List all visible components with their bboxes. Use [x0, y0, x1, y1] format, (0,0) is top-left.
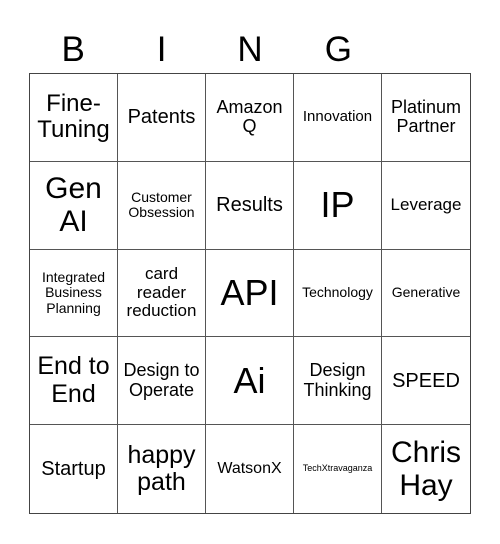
- header-letter-n: N: [237, 30, 263, 69]
- bingo-cell[interactable]: Integrated Business Planning: [30, 249, 118, 338]
- bingo-cell[interactable]: Chris Hay: [382, 425, 470, 513]
- bingo-cell[interactable]: Innovation: [294, 74, 382, 162]
- bingo-cell[interactable]: End to End: [30, 337, 118, 426]
- bingo-cell[interactable]: TechXtravaganza: [294, 425, 382, 513]
- bingo-cell[interactable]: card reader reduction: [118, 249, 206, 338]
- bingo-cell[interactable]: Technology: [294, 249, 382, 338]
- bingo-cell[interactable]: SPEED: [382, 337, 470, 426]
- header-letter-g: G: [324, 30, 352, 69]
- bingo-cell[interactable]: Gen AI: [30, 161, 118, 250]
- bingo-cell[interactable]: Platinum Partner: [382, 74, 470, 162]
- bingo-cell[interactable]: Results: [206, 161, 294, 250]
- bingo-cell[interactable]: Startup: [30, 425, 118, 513]
- bingo-card-grid: Fine-Tuning Patents Amazon Q Innovation Plat…: [29, 73, 471, 514]
- bingo-cell[interactable]: Patents: [118, 74, 206, 162]
- bingo-cell[interactable]: happy path: [118, 425, 206, 513]
- bingo-cell[interactable]: IP: [294, 161, 382, 250]
- header-letter-b: B: [61, 30, 85, 69]
- bingo-cell[interactable]: Ai: [206, 337, 294, 426]
- bingo-cell[interactable]: Generative: [382, 250, 470, 338]
- bingo-cell[interactable]: Leverage: [382, 162, 470, 250]
- bingo-cell[interactable]: Amazon Q: [206, 74, 294, 162]
- header-letter-o: [383, 28, 471, 72]
- bingo-cell[interactable]: Design to Operate: [118, 337, 206, 426]
- bingo-cell[interactable]: Customer Obsession: [118, 161, 206, 250]
- bingo-cell[interactable]: Design Thinking: [294, 337, 382, 426]
- bingo-cell[interactable]: Fine-Tuning: [30, 74, 118, 162]
- header-letter-i: I: [156, 30, 167, 69]
- bingo-header: B I N G: [29, 28, 471, 72]
- bingo-cell[interactable]: API: [206, 249, 294, 338]
- bingo-cell[interactable]: WatsonX: [206, 425, 294, 513]
